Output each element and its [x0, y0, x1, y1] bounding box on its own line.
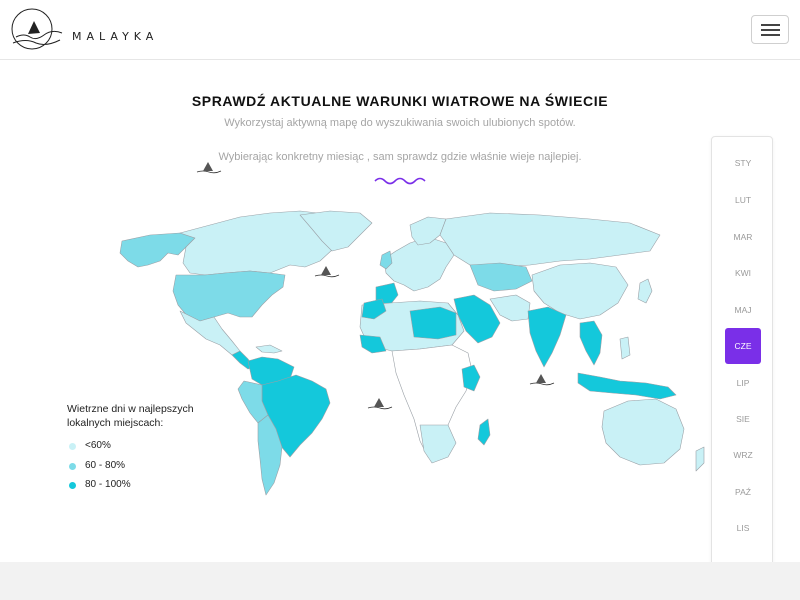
shark-fin-icon [314, 266, 340, 278]
logo-mark-icon [11, 8, 63, 50]
month-button-lip[interactable]: LIP [725, 365, 761, 401]
legend-label: 80 - 100% [85, 479, 131, 490]
site-header: MALAYKA [0, 0, 800, 60]
map-region-usa[interactable] [172, 270, 286, 322]
legend-dot-low [69, 443, 76, 450]
month-button-maj[interactable]: MAJ [725, 292, 761, 328]
month-button-lut[interactable]: LUT [725, 182, 761, 218]
map-legend: Wietrzne dni w najlepszych lokalnych mie… [67, 402, 227, 490]
month-button-cze[interactable]: CZE [725, 328, 761, 364]
shark-fin-icon [196, 162, 222, 174]
map-region-japan[interactable] [637, 278, 653, 304]
map-region-russia[interactable] [439, 212, 661, 268]
map-region-madagascar[interactable] [477, 418, 491, 446]
section-subtitle-2: Wybierając konkretny miesiąc , sam spraw… [218, 151, 582, 163]
shark-fin-icon [367, 398, 393, 410]
month-button-sty[interactable]: STY [725, 145, 761, 181]
month-button-sie[interactable]: SIE [725, 401, 761, 437]
hamburger-icon [761, 34, 780, 36]
month-button-wrz[interactable]: WRZ [725, 437, 761, 473]
map-region-egypt-libya[interactable] [409, 306, 457, 340]
map-region-scandinavia[interactable] [409, 216, 447, 246]
map-region-kazakhstan[interactable] [469, 262, 533, 292]
map-region-southern-africa[interactable] [419, 424, 457, 464]
hamburger-icon [761, 24, 780, 26]
month-button-kwi[interactable]: KWI [725, 255, 761, 291]
month-selector: STY LUT MAR KWI MAJ CZE LIP SIE WRZ PAŹ … [711, 136, 773, 591]
legend-label: 60 - 80% [85, 460, 126, 471]
map-region-new-zealand[interactable] [695, 446, 705, 472]
wave-divider-icon [374, 177, 426, 185]
shark-fin-icon [529, 374, 555, 386]
month-button-lis[interactable]: LIS [725, 510, 761, 546]
map-region-india[interactable] [527, 306, 567, 368]
month-button-mar[interactable]: MAR [725, 219, 761, 255]
section-title: SPRAWDŹ AKTUALNE WARUNKI WIATROWE NA ŚWI… [191, 93, 609, 109]
hamburger-icon [761, 29, 780, 31]
legend-dot-mid [69, 463, 76, 470]
map-region-east-africa[interactable] [461, 364, 481, 392]
month-button-paz[interactable]: PAŹ [725, 474, 761, 510]
legend-dot-high [69, 482, 76, 489]
menu-toggle-button[interactable] [751, 15, 789, 44]
map-region-indonesia[interactable] [577, 372, 677, 400]
legend-title: Wietrzne dni w najlepszych lokalnych mie… [67, 403, 194, 429]
map-region-australia[interactable] [601, 398, 685, 466]
brand-name: MALAYKA [72, 30, 159, 43]
map-region-se-asia[interactable] [579, 320, 603, 366]
footer-band [0, 562, 800, 600]
section-subtitle: Wykorzystaj aktywną mapę do wyszukiwania… [224, 117, 576, 129]
map-region-caribbean[interactable] [255, 344, 283, 354]
map-region-philippines[interactable] [619, 336, 631, 360]
brand-logo[interactable]: MALAYKA [10, 7, 160, 53]
legend-label: <60% [85, 440, 111, 451]
